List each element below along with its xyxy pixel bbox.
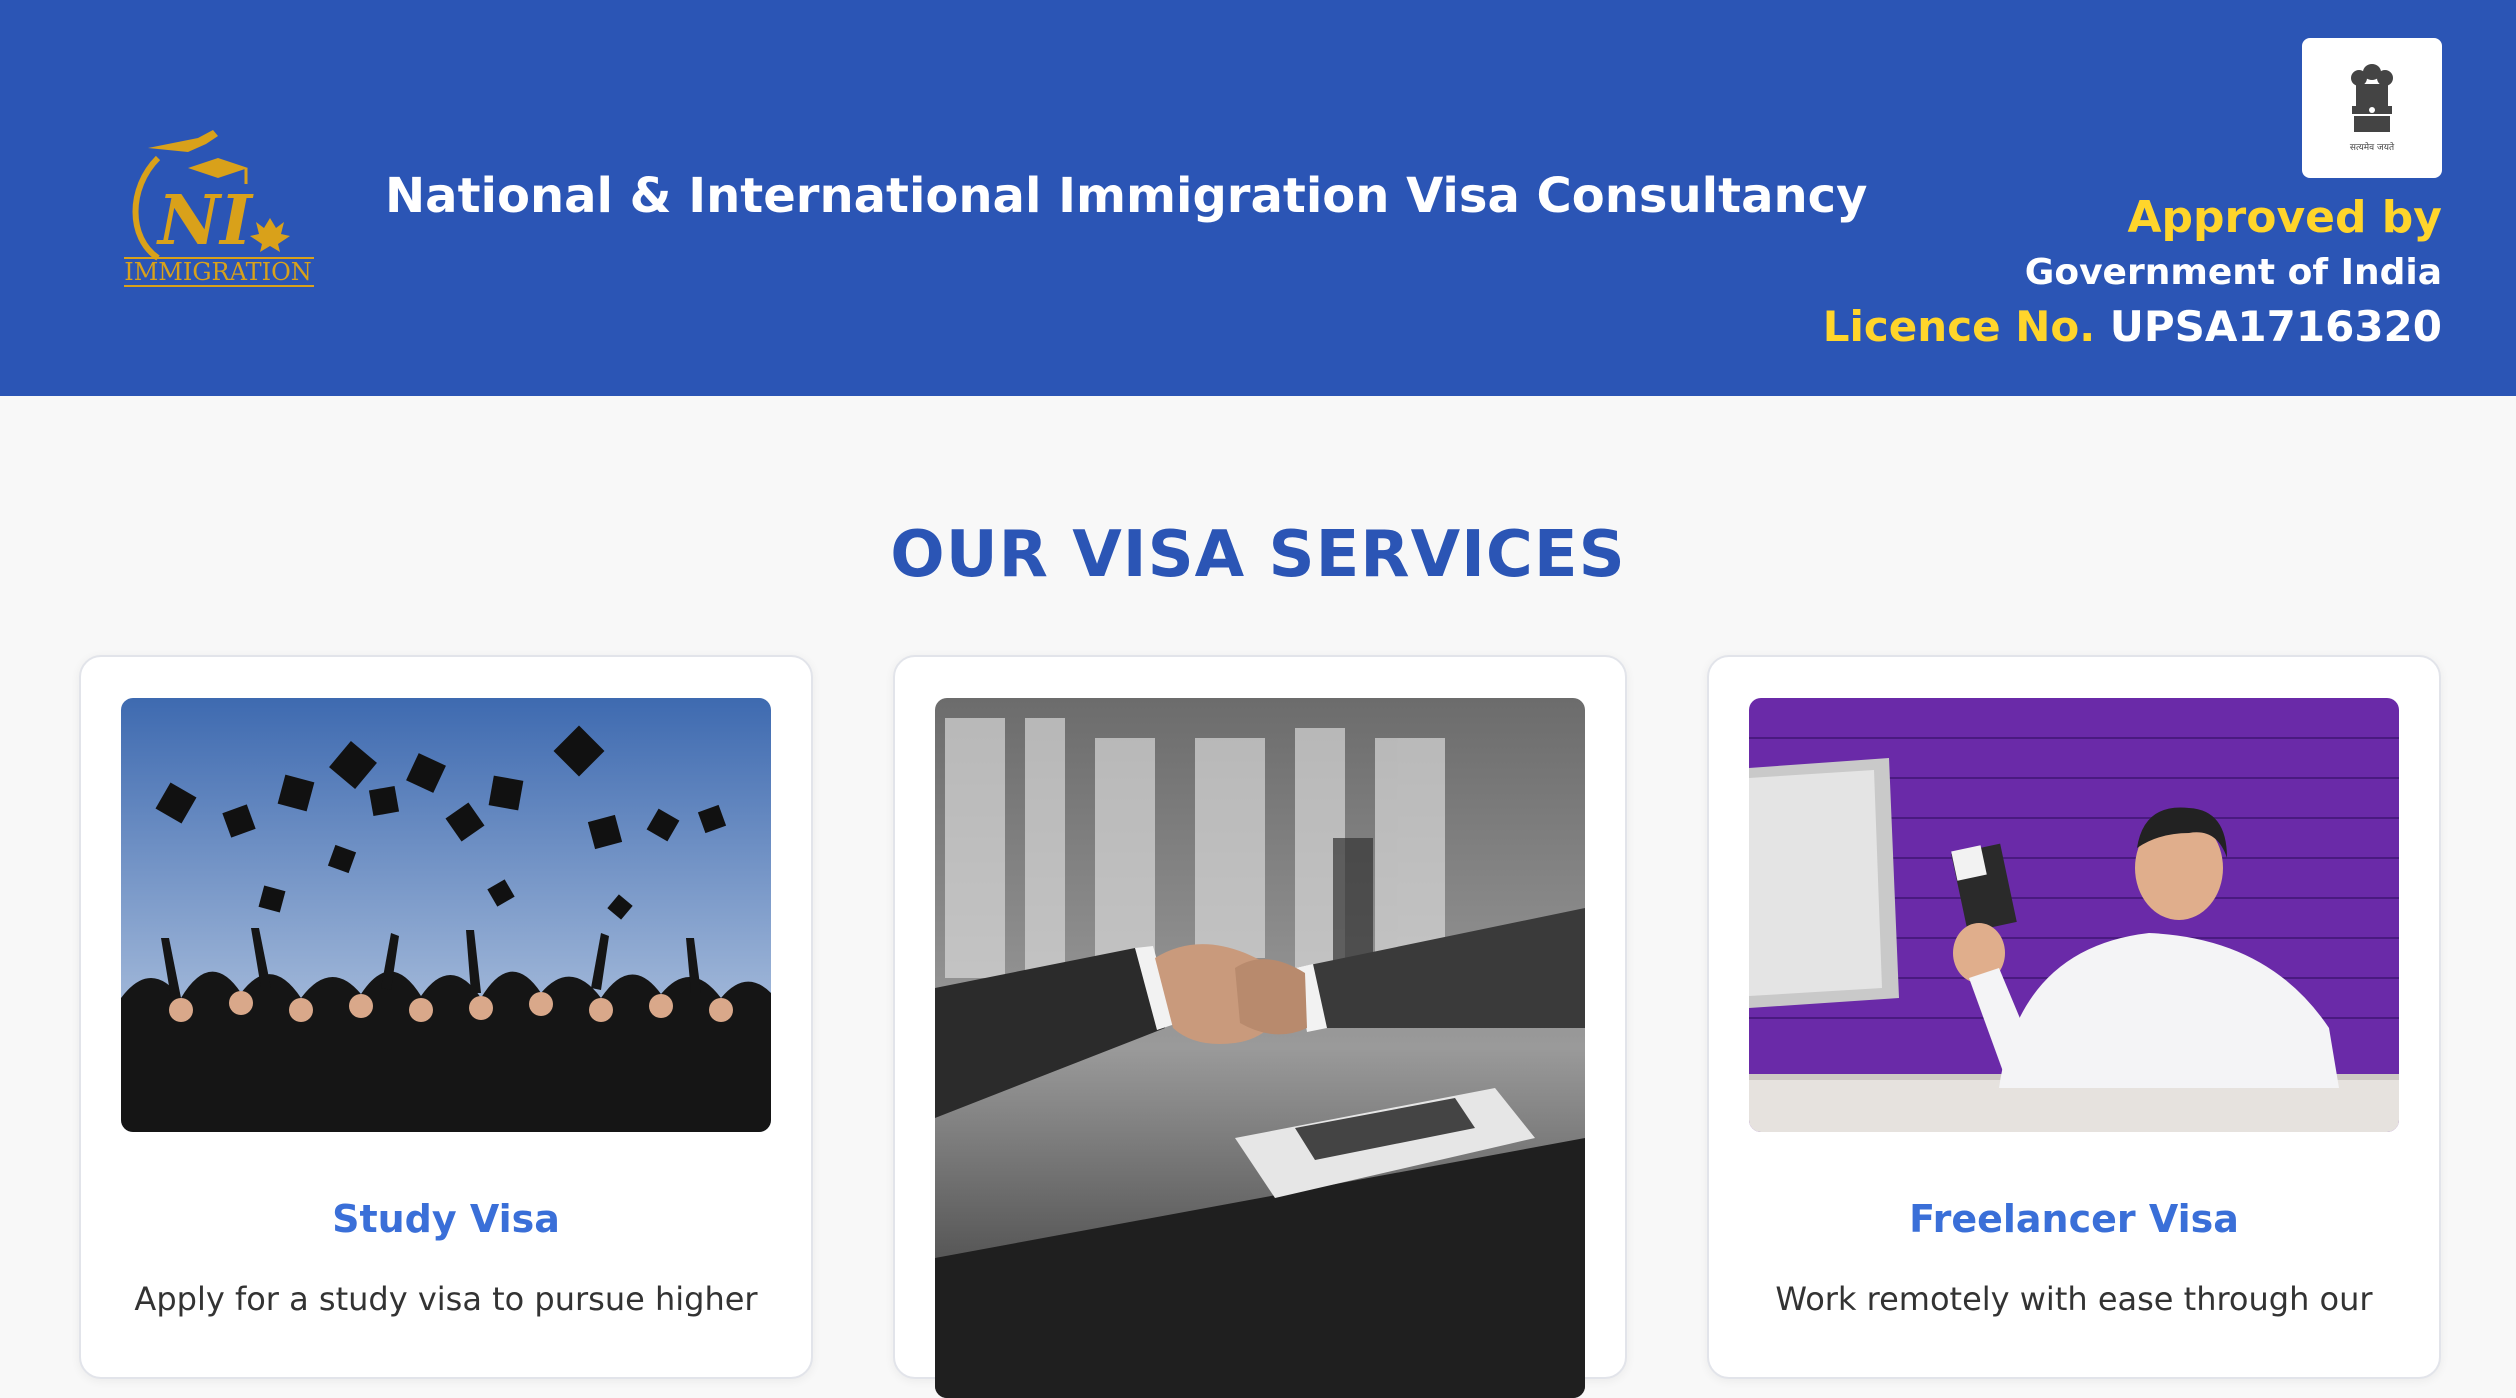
card-description: Apply for a study visa to pursue higher	[134, 1280, 758, 1318]
licence-line: Licence No. UPSA1716320	[1823, 302, 2442, 351]
card-title[interactable]: Freelancer Visa	[1709, 1197, 2439, 1241]
service-card-business-visa[interactable]	[893, 655, 1627, 1398]
graduation-caps-photo	[121, 698, 771, 1132]
emblem-caption: सत्यमेव जयते	[2350, 141, 2395, 153]
emblem-badge: सत्यमेव जयते	[2302, 38, 2442, 178]
man-with-passport-photo	[1749, 698, 2399, 1132]
government-label: Government of India	[2024, 252, 2442, 293]
national-emblem-icon: सत्यमेव जयते	[2350, 64, 2395, 153]
service-card-study-visa[interactable]: Study Visa Apply for a study visa to pur…	[79, 655, 813, 1379]
logo-word: IMMIGRATION	[124, 258, 312, 286]
card-title[interactable]: Study Visa	[81, 1197, 811, 1241]
card-description: Work remotely with ease through our	[1775, 1280, 2373, 1318]
services-heading: OUR VISA SERVICES	[890, 518, 1626, 592]
site-title: National & International Immigration Vis…	[385, 168, 1868, 224]
approved-by-label: Approved by	[2127, 192, 2443, 243]
site-header: NI IMMIGRATION National & International …	[0, 0, 2516, 396]
logo-initials: NI	[156, 181, 254, 261]
licence-number: UPSA1716320	[2109, 302, 2442, 351]
ni-immigration-logo[interactable]: NI IMMIGRATION	[118, 118, 318, 288]
service-card-freelancer-visa[interactable]: Freelancer Visa Work remotely with ease …	[1707, 655, 2441, 1379]
business-handshake-photo	[935, 698, 1585, 1398]
licence-label: Licence No.	[1822, 302, 2096, 351]
